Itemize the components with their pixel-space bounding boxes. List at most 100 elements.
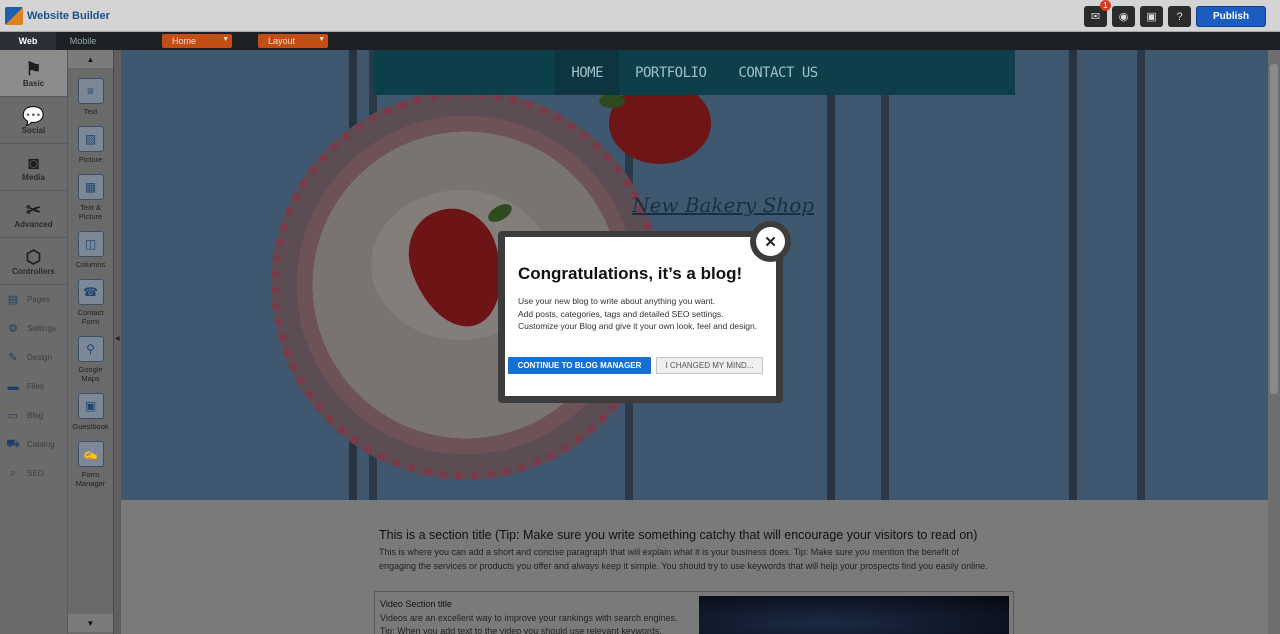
form-icon: ✍ [77,441,104,467]
logo-icon [5,7,23,25]
folder-icon: ▬ [7,380,19,393]
preview-glyph: ◉ [1118,11,1129,23]
mode-bar: Web Mobile Home ▼ Layout ▼ [0,32,1280,50]
panel-collapse-handle[interactable]: ◀ [113,50,121,634]
app-logo[interactable]: Website Builder [5,7,110,25]
element-label: Text [83,107,98,116]
element-label: Text & Picture [78,203,103,221]
video-section-text[interactable]: Videos are an excellent way to improve y… [380,612,692,634]
phone-icon: ☎ [77,279,104,305]
element-form-manager[interactable]: ✍ Form Manager [68,441,113,488]
category-label: Basic [22,78,45,88]
category-advanced[interactable]: ✂ Advanced [0,191,67,238]
section-title[interactable]: This is a section title (Tip: Make sure … [379,528,977,542]
element-columns[interactable]: ◫ Columns [68,231,113,269]
nav-files[interactable]: ▬ Files [0,372,67,401]
text-picture-icon: ▦ [77,174,104,200]
element-picture[interactable]: ▨ Picture [68,126,113,164]
page-dropdown-label: Home [172,36,197,46]
scroll-up-icon[interactable]: ▲ [68,50,113,68]
content-section: This is a section title (Tip: Make sure … [121,500,1268,634]
box-icon: ⬡ [25,246,42,267]
collapse-arrow-icon: ◀ [115,336,120,342]
nav-label: Files [27,382,44,391]
flag-icon: ⚑ [25,58,42,79]
category-label: Social [21,125,46,135]
category-social[interactable]: 💬 Social [0,97,67,144]
category-label: Media [22,172,45,182]
video-thumbnail[interactable] [699,596,1009,634]
tab-web[interactable]: Web [0,32,56,50]
site-nav-portfolio[interactable]: PORTFOLIO [619,50,722,95]
category-controllers[interactable]: ⬡ Controllers [0,238,67,285]
messages-glyph: ✉ [1090,11,1101,23]
changed-my-mind-button[interactable]: I CHANGED MY MIND... [656,357,763,374]
site-nav-home[interactable]: HOME [555,50,620,95]
element-guestbook[interactable]: ▣ Guestbook [68,393,113,431]
close-button[interactable]: ✕ [750,221,791,262]
element-google-maps[interactable]: ⚲ Google Maps [68,336,113,383]
app-logo-text: Website Builder [27,10,110,22]
element-label: Google Maps [78,365,103,383]
plank-line [1069,50,1077,500]
cart-icon: ⛟ [6,437,20,450]
chevron-down-icon: ▼ [318,36,325,43]
save-icon[interactable]: ▣ [1140,6,1163,27]
tab-mobile[interactable]: Mobile [56,32,110,50]
nav-label: Settings [27,324,56,333]
publish-button[interactable]: Publish [1196,6,1266,27]
dialog-line: Add posts, categories, tags and detailed… [518,308,724,319]
site-nav-contact[interactable]: CONTACT US [722,50,833,95]
video-section[interactable]: Video Section title Videos are an excell… [374,591,1014,634]
picture-icon: ▨ [77,126,104,152]
section-text[interactable]: This is where you can add a short and co… [379,545,989,573]
site-title[interactable]: New Bakery Shop [632,193,814,217]
text-icon: ≡ [77,78,104,104]
top-actions: ✉ 1 ◉ ▣ ? Publish [1084,0,1266,27]
canvas-scrollbar[interactable] [1268,50,1280,634]
dialog-line: Use your new blog to write about anythin… [518,296,716,306]
continue-to-blog-manager-button[interactable]: CONTINUE TO BLOG MANAGER [508,357,651,374]
element-contact-form[interactable]: ☎ Contact Form [68,279,113,326]
dialog-line: Customize your Blog and give it your own… [518,321,758,331]
page-dropdown[interactable]: Home ▼ [162,34,232,48]
leaf-shape [599,94,625,108]
video-section-title[interactable]: Video Section title [380,599,452,609]
camera-icon: ◙ [28,152,39,173]
element-text-picture[interactable]: ▦ Text & Picture [68,174,113,221]
category-basic[interactable]: ⚑ Basic [0,50,67,97]
gear-icon: ⚙ [8,323,18,335]
nav-pages[interactable]: ▤ Pages [0,285,67,314]
blog-icon: ▭ [7,410,19,422]
nav-label: Blog [27,411,44,420]
element-text[interactable]: ≡ Text [68,78,113,116]
messages-icon[interactable]: ✉ 1 [1084,0,1111,27]
element-label: Guestbook [72,422,109,431]
scroll-down-icon[interactable]: ▼ [68,614,113,632]
nav-label: Pages [27,295,50,304]
category-label: Controllers [12,266,55,276]
nav-blog[interactable]: ▭ Blog [0,401,67,430]
dialog-title: Congratulations, it’s a blog! [518,264,743,283]
help-glyph: ? [1176,10,1183,23]
category-media[interactable]: ◙ Media [0,144,67,191]
preview-icon[interactable]: ◉ [1112,6,1135,27]
element-label: Contact Form [77,308,104,326]
save-glyph: ▣ [1146,11,1157,23]
nav-seo[interactable]: ⌕ SEO [0,459,67,488]
chevron-down-icon: ▼ [222,36,229,43]
help-icon[interactable]: ? [1168,6,1191,27]
top-toolbar: Website Builder ✉ 1 ◉ ▣ ? Publish [0,0,1280,32]
layout-dropdown-label: Layout [268,36,296,46]
category-label: Advanced [14,219,53,229]
nav-settings[interactable]: ⚙ Settings [0,314,67,343]
layout-dropdown[interactable]: Layout ▼ [258,34,328,48]
nav-design[interactable]: ✎ Design [0,343,67,372]
pages-icon: ▤ [7,294,19,306]
close-icon: ✕ [756,227,785,256]
nav-catalog[interactable]: ⛟ Catalog [0,430,67,459]
scrollbar-thumb[interactable] [1270,64,1278,394]
nav-label: SEO [27,469,44,478]
plank-line [827,50,835,500]
search-icon: ⌕ [9,467,17,479]
